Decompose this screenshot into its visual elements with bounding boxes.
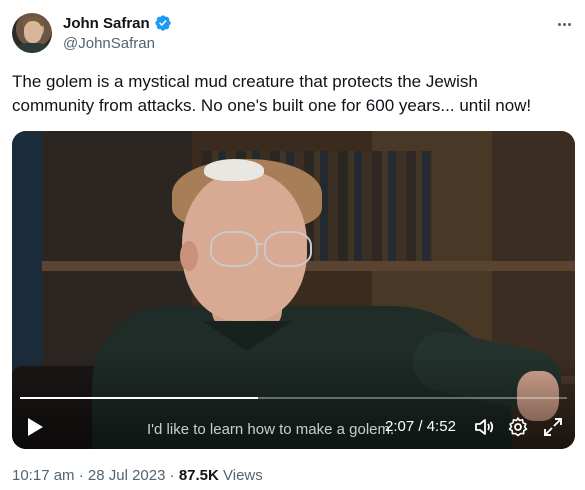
tweet-date[interactable]: 28 Jul 2023 (88, 467, 166, 484)
video-vignette (12, 131, 575, 449)
video-progress-thumb[interactable] (252, 392, 264, 404)
more-options-icon[interactable] (553, 15, 575, 33)
author-handle[interactable]: @JohnSafran (63, 35, 155, 52)
duration: 4:52 (426, 418, 456, 435)
author-display-name[interactable]: John Safran (63, 15, 150, 32)
video-player[interactable]: I'd like to learn how to make a golem. 2… (12, 131, 575, 449)
tweet-text: The golem is a mystical mud creature tha… (12, 72, 532, 115)
video-subtitle: I'd like to learn how to make a golem. (147, 421, 395, 438)
verified-badge-icon (155, 15, 171, 31)
volume-icon[interactable] (472, 415, 496, 439)
tweet-meta: 10:17 am · 28 Jul 2023 · 87.5K Views (12, 467, 263, 484)
views-label: Views (223, 467, 263, 484)
video-progress-bar[interactable] (20, 397, 567, 399)
settings-gear-icon[interactable] (506, 415, 530, 439)
author-name-row: John Safran (63, 13, 172, 33)
video-progress-fill (20, 397, 258, 399)
avatar-face (24, 21, 42, 43)
time-separator: / (418, 418, 423, 435)
avatar[interactable] (12, 13, 52, 53)
avatar-shirt (16, 43, 48, 53)
views-count: 87.5K (178, 467, 219, 484)
meta-dot: · (78, 467, 84, 484)
fullscreen-icon[interactable] (541, 415, 565, 439)
tweet: John Safran @JohnSafran The golem is a m… (0, 0, 585, 490)
play-icon[interactable] (26, 417, 44, 437)
current-time: 2:07 (385, 418, 415, 435)
meta-dot-2: · (169, 467, 175, 484)
tweet-time[interactable]: 10:17 am (12, 467, 75, 484)
video-timecode: 2:07 / 4:52 (385, 418, 456, 435)
